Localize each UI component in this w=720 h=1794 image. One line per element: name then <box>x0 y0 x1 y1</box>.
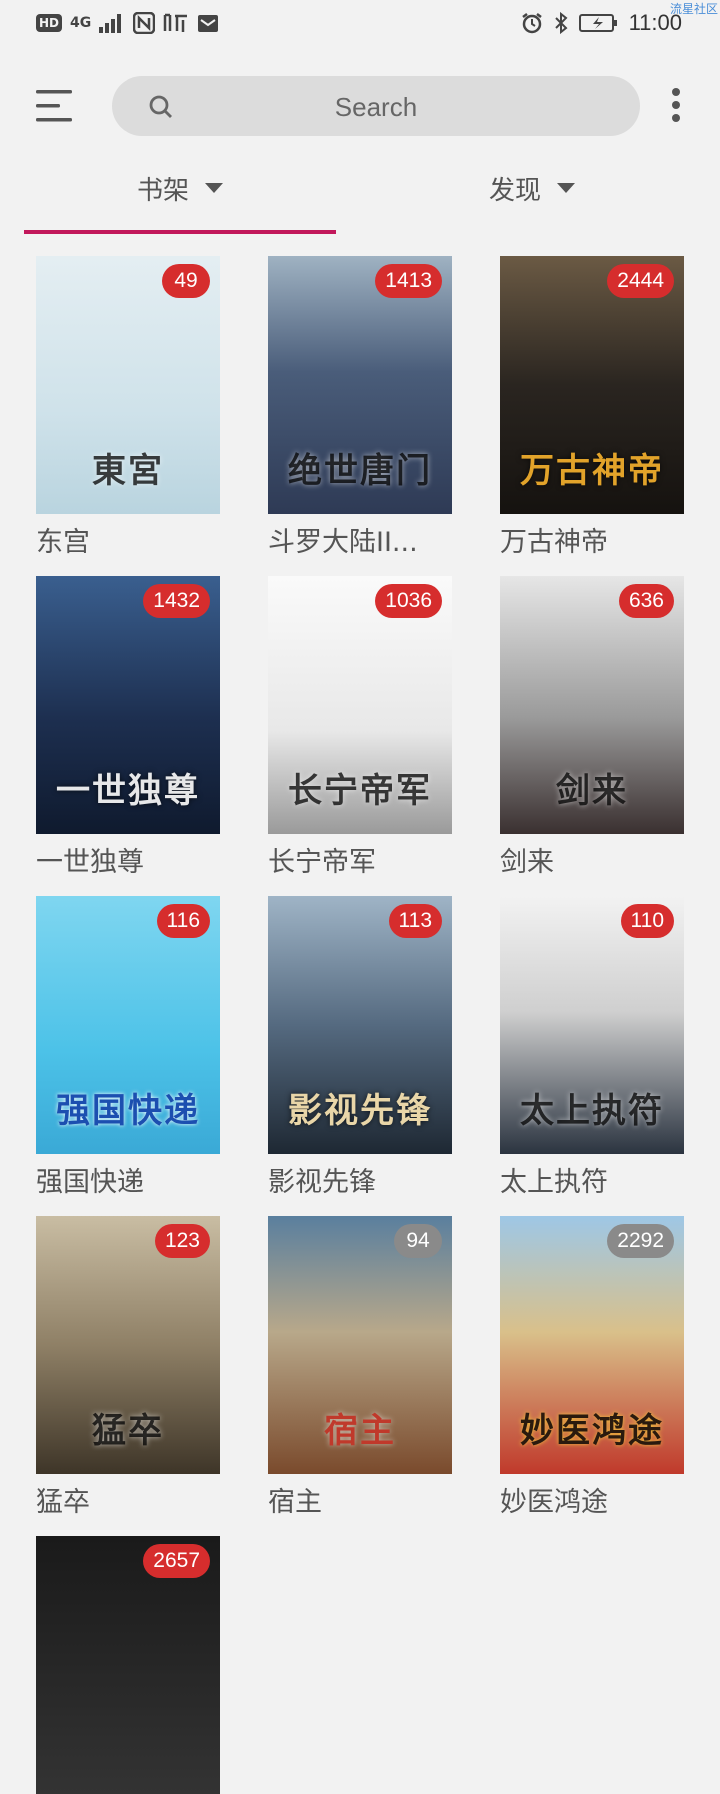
update-count-badge: 116 <box>156 904 210 938</box>
cover-title-art: 太上执符 <box>520 1091 664 1131</box>
search-bar[interactable]: Search <box>112 76 640 136</box>
listen-app-icon <box>164 13 188 32</box>
book-item[interactable]: 万古神帝 2444 万古神帝 <box>500 256 684 558</box>
book-item[interactable]: 剑来 636 剑来 <box>500 576 684 878</box>
update-count-badge: 49 <box>162 264 210 298</box>
bluetooth-icon <box>554 11 568 35</box>
book-title: 猛卒 <box>36 1487 90 1518</box>
more-options-icon[interactable] <box>664 88 688 124</box>
signal-icon <box>99 14 122 33</box>
book-cover: 太上执符 110 <box>500 896 684 1154</box>
cover-title-art: 宿主 <box>324 1411 396 1451</box>
book-cover: 東宮 49 <box>36 256 220 514</box>
tab-bookshelf-label: 书架 <box>136 176 189 206</box>
book-cover: 剑来 636 <box>500 576 684 834</box>
status-bar: HD 4G 11:00 流星社区 <box>0 0 720 52</box>
book-item[interactable]: 妙医鸿途 2292 妙医鸿途 <box>500 1216 684 1518</box>
book-item[interactable]: 强国快递 116 强国快递 <box>36 896 220 1198</box>
update-count-badge: 1432 <box>143 584 210 618</box>
tab-bookshelf[interactable]: 书架 <box>24 170 336 234</box>
book-title: 一世独尊 <box>36 847 144 878</box>
book-title: 宿主 <box>268 1487 322 1518</box>
book-title: 太上执符 <box>500 1167 608 1198</box>
update-count-badge: 1036 <box>375 584 442 618</box>
cover-title-art: 妙医鸿途 <box>520 1411 664 1451</box>
tab-discover-label: 发现 <box>488 176 541 206</box>
book-cover: 万古神帝 2444 <box>500 256 684 514</box>
book-cover: 强国快递 116 <box>36 896 220 1154</box>
book-cover: 影视先锋 113 <box>268 896 452 1154</box>
book-cover: 2657 <box>36 1536 220 1794</box>
hamburger-menu-icon[interactable] <box>36 88 72 124</box>
network-type: 4G <box>70 15 92 31</box>
update-count-badge: 110 <box>620 904 674 938</box>
book-item[interactable]: 一世独尊 1432 一世独尊 <box>36 576 220 878</box>
cover-title-art: 猛卒 <box>92 1411 164 1451</box>
book-title: 强国快递 <box>36 1167 144 1198</box>
book-cover: 长宁帝军 1036 <box>268 576 452 834</box>
book-title: 长宁帝军 <box>268 847 376 878</box>
cover-title-art: 强国快递 <box>56 1091 200 1131</box>
cover-title-art: 绝世唐门 <box>288 451 432 491</box>
book-title: 剑来 <box>500 847 554 878</box>
book-cover: 宿主 94 <box>268 1216 452 1474</box>
book-title: 妙医鸿途 <box>500 1487 608 1518</box>
book-cover: 妙医鸿途 2292 <box>500 1216 684 1474</box>
book-title: 万古神帝 <box>500 527 608 558</box>
update-count-badge: 2292 <box>607 1224 674 1258</box>
cover-title-art: 一世独尊 <box>56 771 200 811</box>
book-title: 斗罗大陆II... <box>268 527 418 558</box>
book-title: 影视先锋 <box>268 1167 376 1198</box>
book-cover: 一世独尊 1432 <box>36 576 220 834</box>
book-item[interactable]: 长宁帝军 1036 长宁帝军 <box>268 576 452 878</box>
battery-icon <box>578 14 617 32</box>
update-count-badge: 636 <box>618 584 674 618</box>
update-count-badge: 2657 <box>143 1544 210 1578</box>
tab-discover[interactable]: 发现 <box>376 170 688 234</box>
cover-title-art: 剑来 <box>556 771 628 811</box>
book-item[interactable]: 猛卒 123 猛卒 <box>36 1216 220 1518</box>
book-item[interactable]: 太上执符 110 太上执符 <box>500 896 684 1198</box>
nfc-icon <box>133 12 156 34</box>
cover-title-art: 万古神帝 <box>520 451 664 491</box>
status-right: 11:00 <box>521 10 682 36</box>
update-count-badge: 113 <box>388 904 442 938</box>
chevron-down-icon <box>205 183 223 193</box>
update-count-badge: 1413 <box>375 264 442 298</box>
hd-icon: HD <box>36 14 63 32</box>
alarm-icon <box>521 13 542 34</box>
book-item[interactable]: 绝世唐门 1413 斗罗大陆II... <box>268 256 452 558</box>
book-item[interactable]: 東宮 49 东宫 <box>36 256 220 558</box>
book-item[interactable]: 2657 <box>36 1536 220 1794</box>
book-title: 东宫 <box>36 527 90 558</box>
update-count-badge: 2444 <box>607 264 674 298</box>
mail-app-icon <box>198 15 219 32</box>
status-left: HD 4G <box>36 12 219 34</box>
book-cover: 绝世唐门 1413 <box>268 256 452 514</box>
active-tab-indicator <box>24 230 336 234</box>
chevron-down-icon <box>557 183 575 193</box>
update-count-badge: 94 <box>394 1224 442 1258</box>
book-item[interactable]: 影视先锋 113 影视先锋 <box>268 896 452 1198</box>
cover-title-art: 影视先锋 <box>288 1091 432 1131</box>
update-count-badge: 123 <box>154 1224 210 1258</box>
book-cover: 猛卒 123 <box>36 1216 220 1474</box>
cover-title-art: 東宮 <box>92 451 164 491</box>
book-item[interactable]: 宿主 94 宿主 <box>268 1216 452 1518</box>
cover-title-art: 长宁帝军 <box>288 771 432 811</box>
search-placeholder: Search <box>334 92 418 122</box>
watermark-text: 流星社区 <box>669 2 718 16</box>
